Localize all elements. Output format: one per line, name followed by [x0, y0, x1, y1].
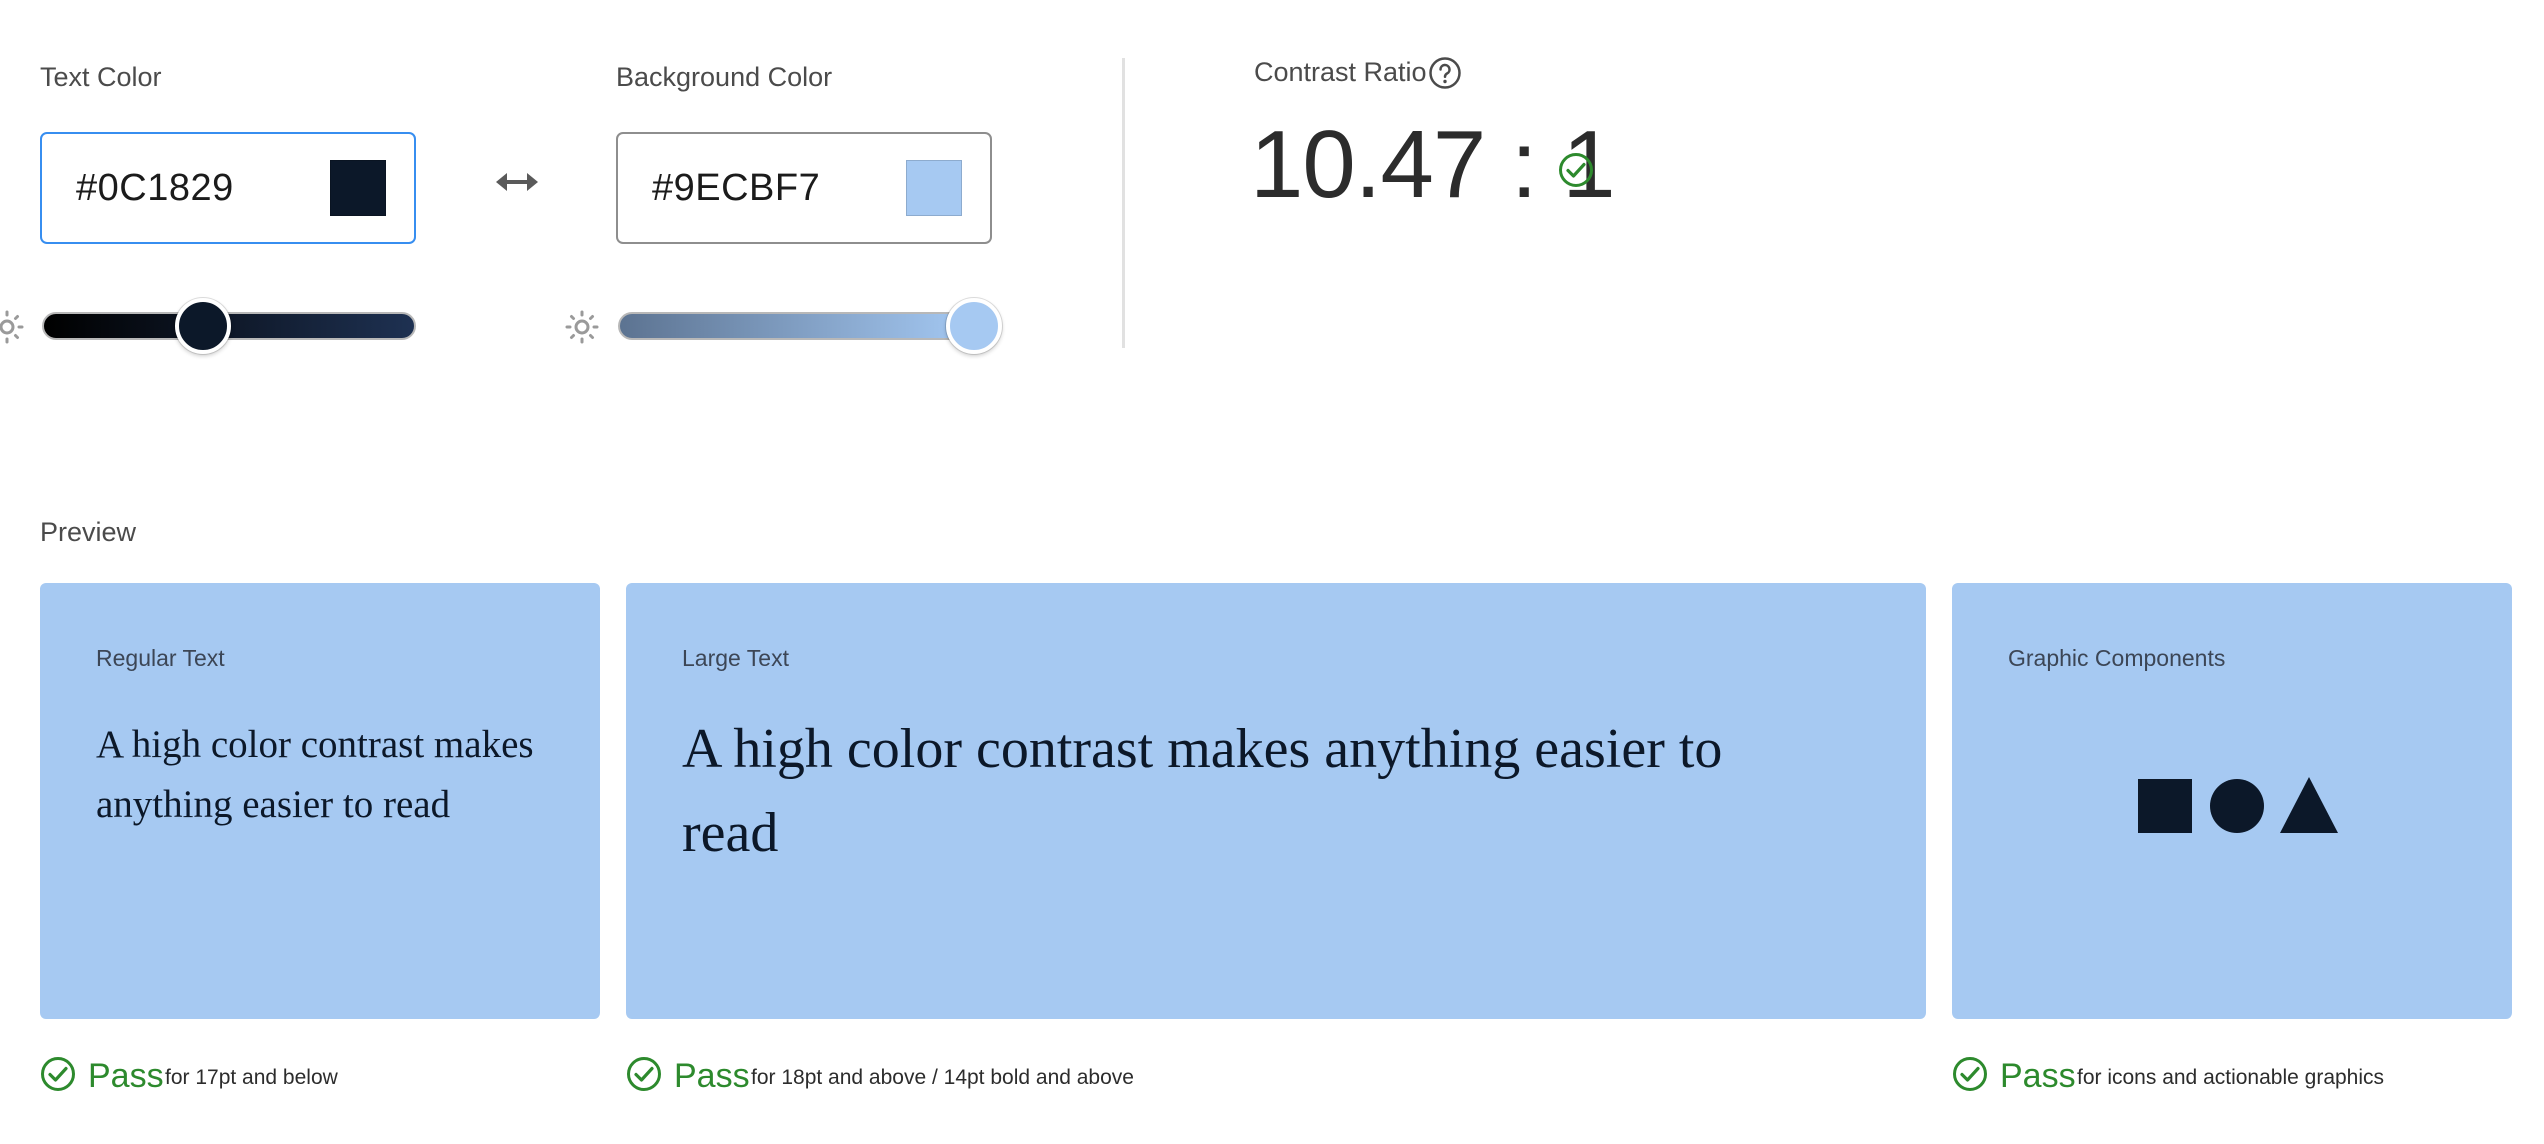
graphic-components-preview-card: Graphic Components	[1952, 583, 2512, 1019]
pass-description: for 18pt and above / 14pt bold and above	[751, 1066, 1134, 1089]
card-title: Graphic Components	[2008, 645, 2226, 671]
graphic-components-result: Pass for icons and actionable graphics	[1952, 1056, 2532, 1096]
brightness-icon	[565, 310, 599, 344]
section-divider	[1122, 58, 1125, 348]
check-circle-icon	[1559, 153, 1593, 187]
background-color-slider-thumb[interactable]	[946, 298, 1002, 354]
pass-label: Pass	[674, 1057, 750, 1095]
check-circle-icon	[627, 1057, 661, 1091]
pass-description: for 17pt and below	[165, 1066, 338, 1089]
triangle-shape	[2280, 777, 2338, 833]
card-title: Regular Text	[96, 645, 225, 671]
text-color-input[interactable]: #0C1829	[40, 132, 416, 244]
pass-label: Pass	[88, 1057, 164, 1095]
text-color-hex-value[interactable]: #0C1829	[76, 134, 234, 242]
check-circle-icon	[41, 1057, 75, 1091]
regular-text-preview-card: Regular Text A high color contrast makes…	[40, 583, 600, 1019]
large-text-preview-card: Large Text A high color contrast makes a…	[626, 583, 1926, 1019]
square-shape	[2138, 779, 2192, 833]
large-sample-text: A high color contrast makes anything eas…	[682, 718, 1723, 864]
background-color-brightness-slider[interactable]	[618, 312, 992, 340]
check-circle-icon	[1953, 1057, 1987, 1091]
regular-text-result: Pass for 17pt and below	[40, 1056, 600, 1096]
brightness-icon	[0, 310, 24, 344]
regular-sample-text: A high color contrast makes anything eas…	[96, 723, 534, 826]
text-color-slider-thumb[interactable]	[175, 298, 231, 354]
background-color-hex-value[interactable]: #9ECBF7	[652, 134, 820, 242]
preview-label: Preview	[40, 517, 137, 547]
background-color-label: Background Color	[616, 62, 833, 92]
swap-horizontal-icon[interactable]	[496, 168, 538, 196]
question-circle-icon[interactable]	[1428, 56, 1462, 90]
large-text-result: Pass for 18pt and above / 14pt bold and …	[626, 1056, 1426, 1096]
card-title: Large Text	[682, 645, 789, 671]
pass-description: for icons and actionable graphics	[2077, 1066, 2385, 1089]
contrast-ratio-label: Contrast Ratio	[1254, 57, 1427, 87]
text-color-label: Text Color	[40, 62, 162, 92]
text-color-swatch[interactable]	[330, 160, 386, 216]
pass-label: Pass	[2000, 1057, 2076, 1095]
background-color-input[interactable]: #9ECBF7	[616, 132, 992, 244]
circle-shape	[2210, 779, 2264, 833]
background-color-swatch[interactable]	[906, 160, 962, 216]
